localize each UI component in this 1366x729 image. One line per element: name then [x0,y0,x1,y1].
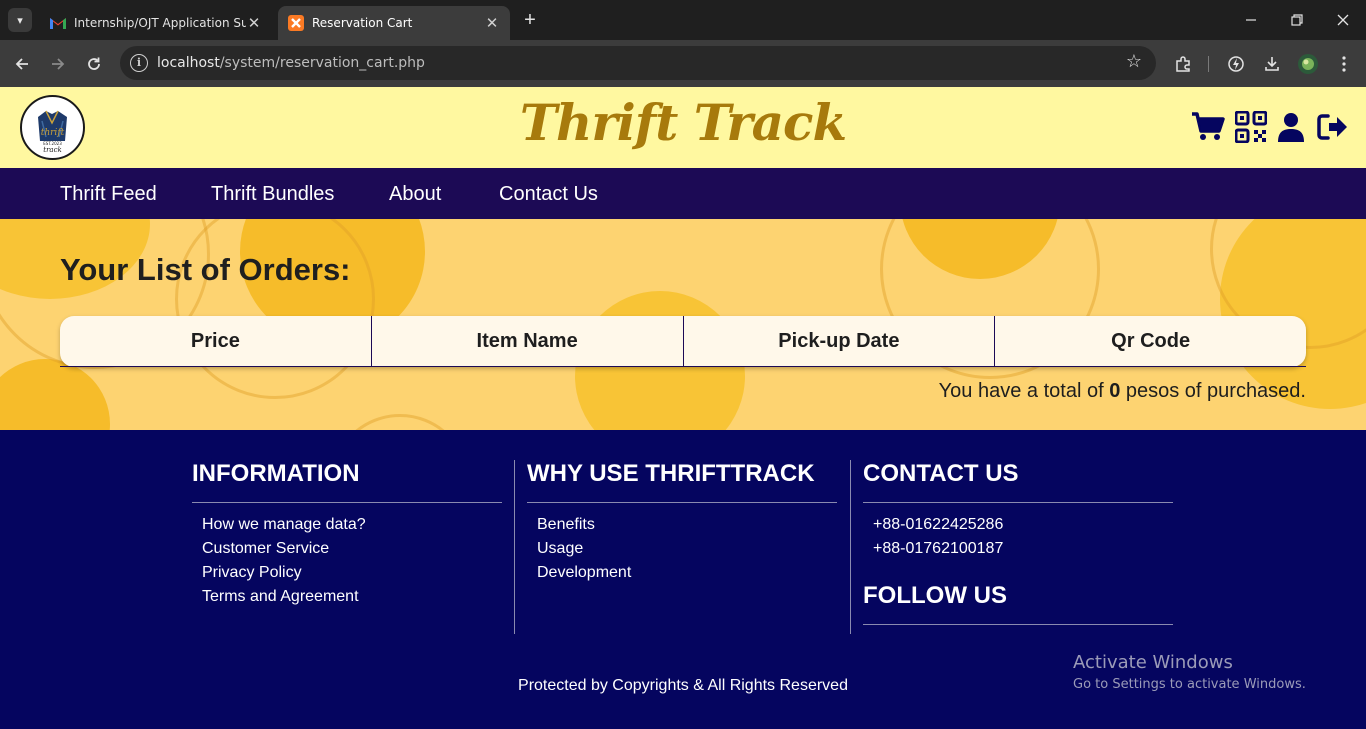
site-info-icon[interactable]: i [130,54,148,72]
watermark-subtitle: Go to Settings to activate Windows. [1073,677,1306,692]
footer-link-terms[interactable]: Terms and Agreement [202,585,502,609]
column-header-pickup-date: Pick-up Date [684,316,996,367]
column-header-price: Price [60,316,372,367]
tab-search-button[interactable]: ▾ [8,8,32,32]
nav-contact-us[interactable]: Contact Us [499,183,598,206]
qr-code-icon[interactable] [1234,109,1268,145]
browser-menu-icon[interactable] [1331,51,1357,77]
footer-link-development[interactable]: Development [537,561,837,585]
footer-follow: FOLLOW US [863,582,1173,625]
tab-reservation-cart[interactable]: Reservation Cart ✕ [278,6,510,40]
activate-windows-watermark: Activate Windows Go to Settings to activ… [1073,652,1306,692]
user-icon[interactable] [1276,109,1306,145]
footer-link-benefits[interactable]: Benefits [537,513,837,537]
column-header-qr-code: Qr Code [1111,330,1191,352]
footer-information: INFORMATION How we manage data? Customer… [192,460,502,609]
close-tab-icon[interactable]: ✕ [246,14,262,32]
cart-icon[interactable] [1190,109,1226,145]
site-footer: INFORMATION How we manage data? Customer… [0,430,1366,729]
order-total-text: You have a total of 0 pesos of purchased… [938,380,1306,402]
orders-table-header: Price Item Name Pick-up Date Qr Code [60,316,1306,367]
gmail-icon [50,15,66,31]
new-tab-button[interactable]: + [518,9,542,33]
browser-tab-bar: ▾ Internship/OJT Application Subm ✕ Rese… [0,0,1366,40]
footer-why: WHY USE THRIFTTRACK Benefits Usage Devel… [527,460,837,585]
footer-phone[interactable]: +88-01762100187 [873,537,1173,561]
footer-heading: FOLLOW US [863,582,1173,625]
order-total-amount: 0 [1109,380,1121,402]
column-header-item-name: Item Name [372,316,684,367]
footer-phone[interactable]: +88-01622425286 [873,513,1173,537]
download-icon[interactable] [1259,51,1285,77]
nav-about[interactable]: About [389,183,441,206]
site-header: thrift EST.2023 track Thrift Track [0,87,1366,168]
orders-section: Your List of Orders: Price Item Name Pic… [0,219,1366,430]
footer-link-privacy-policy[interactable]: Privacy Policy [202,561,502,585]
footer-link-manage-data[interactable]: How we manage data? [202,513,502,537]
address-bar[interactable]: i localhost/system/reservation_cart.php … [120,46,1156,80]
nav-thrift-bundles[interactable]: Thrift Bundles [211,183,334,206]
logout-icon[interactable] [1316,109,1350,145]
browser-toolbar: i localhost/system/reservation_cart.php … [0,40,1366,87]
footer-link-usage[interactable]: Usage [537,537,837,561]
bookmark-star-icon[interactable]: ☆ [1126,51,1142,72]
restore-icon[interactable] [1274,0,1320,40]
main-nav: Thrift Feed Thrift Bundles About Contact… [0,168,1366,219]
minimize-icon[interactable] [1228,0,1274,40]
background-ring [175,219,375,399]
profile-avatar[interactable] [1295,51,1321,77]
footer-divider [850,460,851,634]
tab-title: Internship/OJT Application Subm [74,16,246,30]
back-arrow-icon[interactable] [9,51,35,77]
forward-arrow-icon[interactable] [45,51,71,77]
footer-heading: WHY USE THRIFTTRACK [527,460,837,503]
close-window-icon[interactable] [1320,0,1366,40]
nav-thrift-feed[interactable]: Thrift Feed [60,183,157,206]
background-ring [330,414,470,430]
footer-divider [514,460,515,634]
footer-link-customer-service[interactable]: Customer Service [202,537,502,561]
close-tab-icon[interactable]: ✕ [484,14,500,32]
page-title: Your List of Orders: [60,252,351,287]
address-bar-url[interactable]: localhost/system/reservation_cart.php [157,55,425,71]
footer-heading: CONTACT US [863,460,1173,503]
tab-internship[interactable]: Internship/OJT Application Subm ✕ [40,6,272,40]
reload-icon[interactable] [81,51,107,77]
extensions-icon[interactable] [1170,51,1196,77]
performance-icon[interactable] [1223,51,1249,77]
xampp-icon [288,15,304,31]
background-circle [0,359,110,430]
tab-title: Reservation Cart [312,16,413,30]
toolbar-divider [1208,56,1209,72]
footer-contact: CONTACT US +88-01622425286 +88-017621001… [863,460,1173,561]
watermark-title: Activate Windows [1073,652,1233,673]
footer-heading: INFORMATION [192,460,502,503]
brand-title: Thrift Track [519,93,847,152]
table-divider [60,366,1306,367]
